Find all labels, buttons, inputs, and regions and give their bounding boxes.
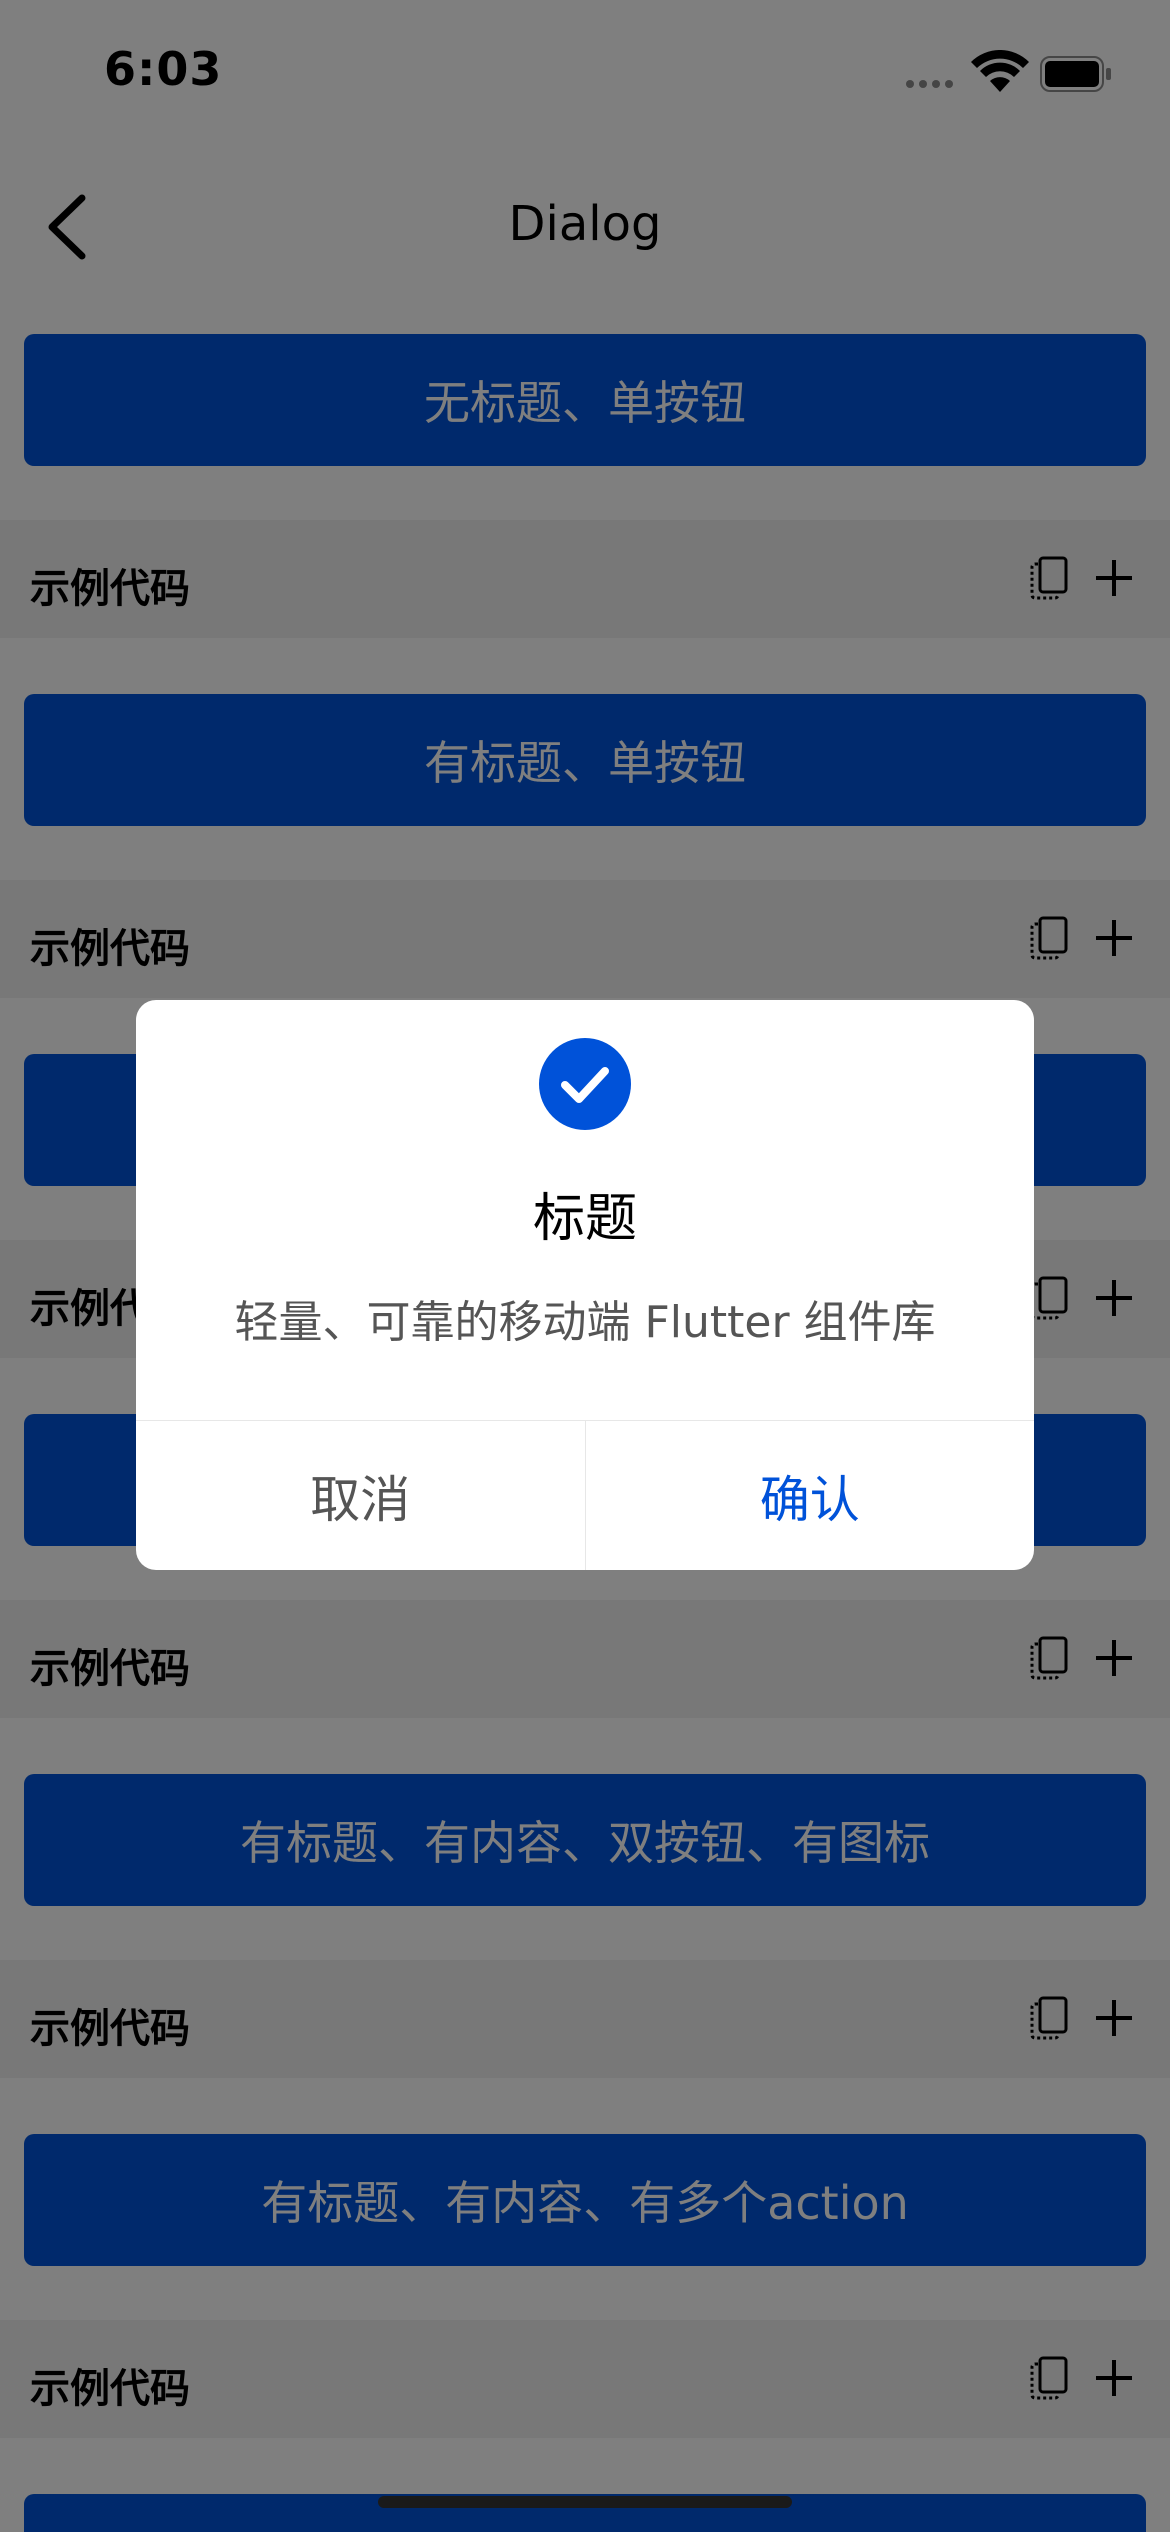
dialog: 标题 轻量、可靠的移动端 Flutter 组件库 取消 确认 — [136, 1000, 1034, 1570]
home-indicator[interactable] — [378, 2496, 792, 2508]
dialog-actions: 取消 确认 — [136, 1420, 1034, 1570]
confirm-button[interactable]: 确认 — [586, 1421, 1035, 1570]
dialog-content: 轻量、可靠的移动端 Flutter 组件库 — [234, 1297, 936, 1348]
cancel-button[interactable]: 取消 — [136, 1421, 586, 1570]
dialog-title: 标题 — [532, 1189, 637, 1249]
check-circle-icon — [539, 1038, 631, 1130]
